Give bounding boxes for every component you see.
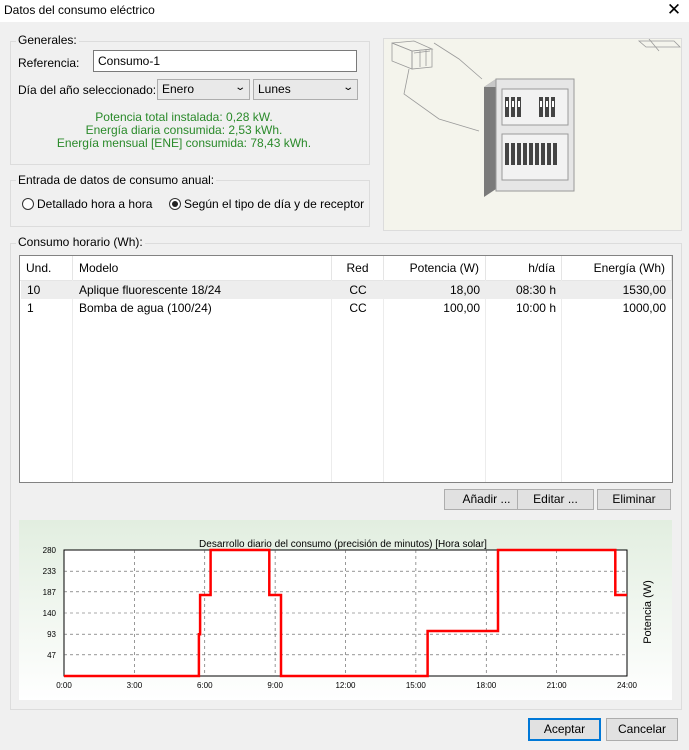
x-tick-label: 3:00: [127, 681, 143, 690]
cell-und: 10: [27, 283, 41, 297]
x-tick-label: 21:00: [547, 681, 568, 690]
y-tick-label: 280: [43, 546, 57, 555]
weekday-select[interactable]: Lunes ⌄: [253, 79, 358, 100]
y-tick-label: 93: [47, 630, 56, 639]
accept-button[interactable]: Aceptar: [528, 718, 601, 741]
x-tick-label: 24:00: [617, 681, 638, 690]
x-tick-label: 6:00: [197, 681, 213, 690]
consumption-chart: Desarrollo diario del consumo (precisión…: [19, 520, 672, 700]
entrada-legend: Entrada de datos de consumo anual:: [16, 173, 217, 187]
table-row[interactable]: 1 Bomba de agua (100/24) CC 100,00 10:00…: [21, 299, 672, 317]
cell-energia: 1530,00: [622, 283, 666, 297]
cell-potencia: 18,00: [449, 283, 480, 297]
cell-hdia: 10:00 h: [515, 301, 556, 315]
y-tick-label: 233: [43, 567, 57, 576]
col-modelo[interactable]: Modelo: [73, 256, 332, 280]
chevron-down-icon: ⌄: [233, 82, 246, 93]
col-hdia[interactable]: h/día: [486, 256, 562, 280]
col-energia[interactable]: Energía (Wh): [562, 256, 672, 280]
radio-detallado-circle: [22, 198, 34, 210]
radio-detallado-label: Detallado hora a hora: [37, 197, 153, 211]
stat-potencia: Potencia total instalada: 0,28 kW.: [95, 110, 273, 124]
x-tick-label: 18:00: [476, 681, 497, 690]
cell-hdia: 08:30 h: [515, 283, 556, 297]
cell-und: 1: [27, 301, 34, 315]
cell-potencia: 100,00: [443, 301, 480, 315]
stat-energia-mensual: Energía mensual [ENE] consumida: 78,43 k…: [56, 136, 312, 150]
window-title: Datos del consumo eléctrico: [4, 3, 155, 17]
cell-modelo: Aplique fluorescente 18/24: [79, 283, 222, 297]
month-value: Enero: [162, 82, 195, 96]
radio-segun-tipo[interactable]: Según el tipo de día y de receptor: [169, 197, 364, 211]
table-header: Und. Modelo Red Potencia (W) h/día Energ…: [20, 256, 672, 281]
consumo-legend: Consumo horario (Wh):: [16, 235, 145, 249]
chevron-down-icon: ⌄: [341, 82, 354, 93]
cell-modelo: Bomba de agua (100/24): [79, 301, 212, 315]
referencia-label: Referencia:: [18, 56, 80, 70]
x-tick-label: 12:00: [335, 681, 356, 690]
panel-preview: [383, 38, 682, 231]
col-und[interactable]: Und.: [20, 256, 73, 280]
referencia-input[interactable]: [93, 50, 357, 72]
table-row[interactable]: 10 Aplique fluorescente 18/24 CC 18,00 0…: [21, 281, 672, 299]
close-icon[interactable]: ✕: [664, 1, 684, 21]
y-tick-label: 140: [43, 609, 57, 618]
y-tick-label: 47: [47, 651, 56, 660]
stat-energia-diaria: Energía diaria consumida: 2,53 kWh.: [85, 123, 283, 137]
radio-segun-tipo-label: Según el tipo de día y de receptor: [184, 197, 365, 211]
x-tick-label: 15:00: [406, 681, 427, 690]
col-potencia[interactable]: Potencia (W): [384, 256, 486, 280]
chart-title: Desarrollo diario del consumo (precisión…: [199, 539, 487, 550]
month-select[interactable]: Enero ⌄: [157, 79, 250, 100]
dia-label: Día del año seleccionado:: [18, 83, 157, 97]
chart-ylabel: Potencia (W): [642, 580, 654, 644]
col-red[interactable]: Red: [332, 256, 384, 280]
x-tick-label: 0:00: [56, 681, 72, 690]
cell-red: CC: [349, 301, 367, 315]
cell-energia: 1000,00: [622, 301, 666, 315]
cell-red: CC: [349, 283, 367, 297]
radio-segun-tipo-circle: [169, 198, 181, 210]
radio-detallado[interactable]: Detallado hora a hora: [22, 197, 152, 211]
generales-legend: Generales:: [16, 33, 79, 47]
consumo-table: Und. Modelo Red Potencia (W) h/día Energ…: [19, 255, 673, 483]
cancel-button[interactable]: Cancelar: [606, 718, 678, 741]
delete-button[interactable]: Eliminar: [597, 489, 671, 510]
chart-svg: Desarrollo diario del consumo (precisión…: [19, 520, 672, 700]
y-tick-label: 187: [43, 588, 57, 597]
weekday-value: Lunes: [258, 82, 291, 96]
edit-button[interactable]: Editar ...: [517, 489, 594, 510]
x-tick-label: 9:00: [267, 681, 283, 690]
